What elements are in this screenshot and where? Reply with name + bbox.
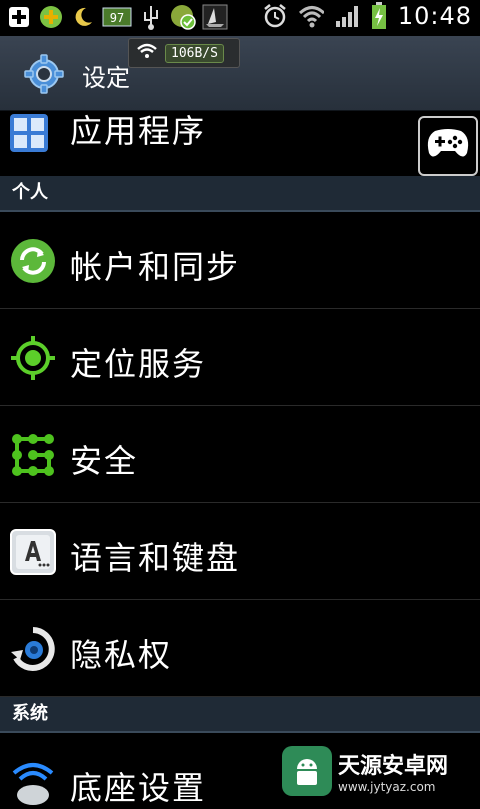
usb-icon <box>138 4 164 30</box>
alarm-icon <box>262 3 288 29</box>
settings-item-apps[interactable]: 应用程序 <box>0 110 480 176</box>
security-icon <box>10 432 56 478</box>
wifi-icon <box>298 3 324 29</box>
page-title: 设定 <box>82 64 130 92</box>
wifi-small-icon <box>137 43 157 63</box>
settings-item-label: 底座设置 <box>70 769 207 807</box>
network-speed-indicator: 106B/S <box>128 38 240 68</box>
sync-icon <box>10 238 56 284</box>
settings-list: 应用程序 个人 帐户和同步 定位服务 安全 语言和键盘 隐私权 系统 底座设置 <box>0 110 480 807</box>
moon-icon <box>70 4 96 30</box>
apps-grid-icon <box>10 114 48 152</box>
settings-item-location[interactable]: 定位服务 <box>0 309 480 406</box>
plus-circle-icon <box>38 4 64 30</box>
ship-icon <box>202 4 228 30</box>
dock-icon <box>10 759 56 805</box>
shield-check-icon <box>170 4 196 30</box>
settings-item-label: 安全 <box>70 442 139 480</box>
battery-badge-icon: 97 <box>102 4 132 30</box>
clock: 10:48 <box>397 2 472 30</box>
settings-item-label: 定位服务 <box>70 345 207 383</box>
notification-icons: 97 <box>6 4 228 30</box>
system-status-icons: 10:48 <box>262 2 472 30</box>
signal-icon <box>334 3 360 29</box>
keyboard-key-icon <box>10 529 56 575</box>
status-bar: 97 10:48 <box>0 0 480 36</box>
settings-item-privacy[interactable]: 隐私权 <box>0 600 480 697</box>
gamepad-icon <box>425 127 471 165</box>
privacy-icon <box>10 626 56 672</box>
section-header-system: 系统 <box>0 697 480 733</box>
location-target-icon <box>10 335 56 381</box>
action-bar: 设定 <box>0 36 480 111</box>
settings-item-security[interactable]: 安全 <box>0 406 480 503</box>
settings-item-label: 帐户和同步 <box>70 248 241 286</box>
watermark: 天源安卓网 www.jytyaz.com <box>282 744 478 798</box>
network-speed-value: 106B/S <box>165 43 224 63</box>
section-header-personal: 个人 <box>0 176 480 212</box>
watermark-name: 天源安卓网 <box>338 754 449 779</box>
settings-item-label: 语言和键盘 <box>70 539 241 577</box>
settings-item-label: 应用程序 <box>70 112 207 150</box>
settings-item-label: 隐私权 <box>70 636 173 674</box>
android-logo-icon <box>282 746 332 796</box>
badge-text: 97 <box>110 11 124 25</box>
add-icon <box>6 4 32 30</box>
battery-charging-icon <box>370 2 388 29</box>
settings-item-accounts-sync[interactable]: 帐户和同步 <box>0 212 480 309</box>
settings-gear-icon[interactable] <box>24 54 64 94</box>
settings-item-language-keyboard[interactable]: 语言和键盘 <box>0 503 480 600</box>
watermark-url: www.jytyaz.com <box>338 780 436 794</box>
game-controller-button[interactable] <box>418 116 478 176</box>
